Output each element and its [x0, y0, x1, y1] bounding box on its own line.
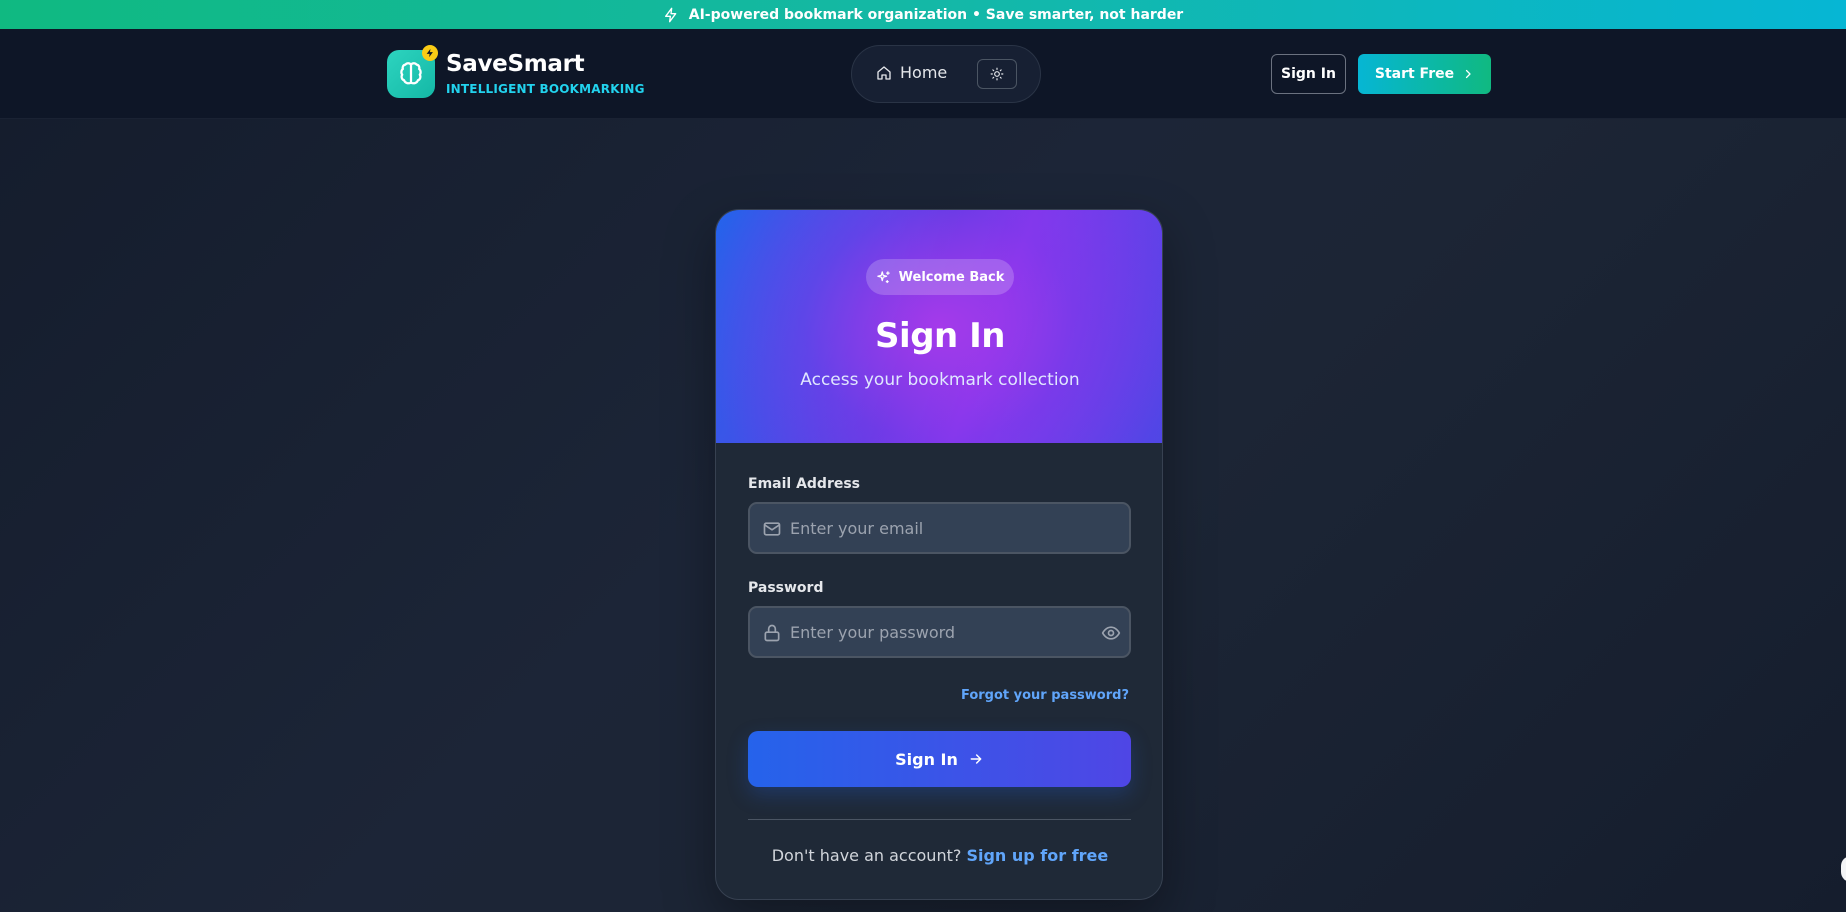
header-signin-button[interactable]: Sign In	[1271, 54, 1346, 94]
sparkles-icon	[876, 270, 890, 283]
lock-icon	[764, 624, 780, 642]
brand-name[interactable]: SaveSmart	[446, 51, 585, 77]
start-free-button[interactable]: Start Free	[1358, 54, 1491, 94]
floating-widget[interactable]	[1841, 856, 1846, 882]
welcome-badge-label: Welcome Back	[898, 269, 1005, 285]
main-nav: Home	[851, 45, 1041, 103]
arrow-right-icon	[970, 754, 982, 764]
logo-badge	[422, 45, 438, 61]
start-free-label: Start Free	[1374, 66, 1455, 82]
brain-icon	[400, 62, 422, 85]
mail-icon	[763, 522, 781, 536]
sun-icon	[990, 67, 1004, 81]
signin-card: Welcome Back Sign In Access your bookmar…	[715, 209, 1163, 900]
home-icon	[877, 65, 891, 80]
page-title: Sign In	[875, 316, 1005, 356]
page: AI-powered bookmark organization • Save …	[0, 0, 1846, 912]
theme-toggle-button[interactable]	[977, 59, 1017, 89]
card-header: Welcome Back Sign In Access your bookmar…	[716, 210, 1162, 443]
nav-home-label: Home	[900, 63, 948, 82]
eye-icon	[1101, 626, 1121, 640]
site-header: SaveSmart INTELLIGENT BOOKMARKING Home S…	[0, 29, 1846, 119]
lightning-icon	[426, 48, 433, 58]
signup-prompt-text: Don't have an account?	[771, 846, 962, 865]
email-field[interactable]	[748, 502, 1131, 554]
nav-home-link[interactable]: Home	[876, 63, 947, 82]
signin-submit-label: Sign In	[895, 749, 958, 769]
signin-submit-button[interactable]: Sign In	[748, 731, 1131, 787]
forgot-password-link[interactable]: Forgot your password?	[961, 688, 1129, 703]
banner-text: AI-powered bookmark organization • Save …	[688, 6, 1184, 23]
email-input[interactable]	[790, 504, 1090, 552]
divider	[748, 819, 1131, 820]
page-subtitle: Access your bookmark collection	[800, 370, 1080, 390]
password-field[interactable]	[748, 606, 1131, 658]
password-input[interactable]	[790, 608, 1090, 656]
lightning-icon	[664, 7, 677, 22]
chevron-right-icon	[1466, 69, 1471, 79]
signup-link[interactable]: Sign up for free	[966, 846, 1108, 865]
welcome-badge: Welcome Back	[866, 259, 1014, 295]
email-label: Email Address	[748, 476, 861, 492]
signup-prompt: Don't have an account? Sign up for free	[716, 846, 1162, 865]
toggle-password-button[interactable]	[1100, 622, 1122, 644]
announcement-banner: AI-powered bookmark organization • Save …	[0, 0, 1846, 29]
password-label: Password	[748, 580, 824, 596]
brand-tagline: INTELLIGENT BOOKMARKING	[446, 82, 645, 96]
